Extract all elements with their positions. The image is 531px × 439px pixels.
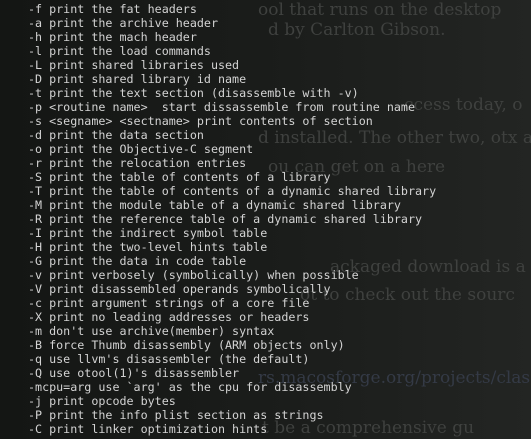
desktop-screen: ool that runs on the desktop d by Carlto…	[0, 0, 531, 439]
terminal-line: -T print the table of contents of a dyna…	[28, 184, 437, 198]
terminal-line: -d print the data section	[28, 128, 204, 142]
terminal-line: -p <routine name> start dissassemble fro…	[28, 100, 416, 114]
terminal-line: -R print the reference table of a dynami…	[28, 212, 423, 226]
terminal-line: -r print the relocation entries	[28, 156, 247, 170]
terminal-output[interactable]: -f print the fat headers -a print the arc…	[0, 0, 531, 439]
terminal-line: -s <segname> <sectname> print contents o…	[28, 114, 373, 128]
terminal-line: -H print the two-level hints table	[28, 240, 268, 254]
terminal-line: -t print the text section (disassemble w…	[28, 86, 359, 100]
terminal-line: -B force Thumb disassembly (ARM objects …	[28, 338, 345, 352]
terminal-line: -G print the data in code table	[28, 254, 247, 268]
terminal-line: -m don't use archive(member) syntax	[28, 324, 275, 338]
terminal-line: -L print shared libraries used	[28, 58, 240, 72]
terminal-line: -Q use otool(1)'s disassembler	[28, 366, 240, 380]
terminal-line: -X print no leading addresses or headers	[28, 310, 310, 324]
terminal-line: -o print the Objective-C segment	[28, 142, 254, 156]
terminal-line: -v print verbosely (symbolically) when p…	[28, 268, 359, 282]
terminal-line: -h print the mach header	[28, 30, 197, 44]
terminal-line: -f print the fat headers	[28, 2, 197, 16]
terminal-line: -C print linker optimization hints	[28, 422, 268, 436]
terminal-line: -D print shared library id name	[28, 72, 247, 86]
terminal-line: -V print disassembled operands symbolica…	[28, 282, 331, 296]
terminal-line: -mcpu=arg use `arg' as the cpu for disas…	[28, 380, 352, 394]
terminal-line: -c print argument strings of a core file	[28, 296, 310, 310]
terminal-line: -l print the load commands	[28, 44, 211, 58]
terminal-line: -S print the table of contents of a libr…	[28, 170, 331, 184]
terminal-line: -a print the archive header	[28, 16, 218, 30]
terminal-line: -M print the module table of a dynamic s…	[28, 198, 401, 212]
terminal-line: -j print opcode bytes	[28, 394, 176, 408]
terminal-line: -I print the indirect symbol table	[28, 226, 268, 240]
terminal-line: -q use llvm's disassembler (the default)	[28, 352, 310, 366]
terminal-line: -P print the info plist section as strin…	[28, 408, 324, 422]
